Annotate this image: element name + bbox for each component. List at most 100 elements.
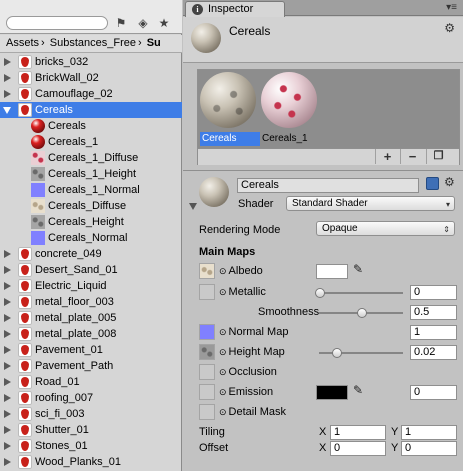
foldout-arrow-icon[interactable] (189, 203, 197, 210)
tree-item-label: Cereals_1_Normal (48, 184, 140, 196)
collapsed-arrow-icon[interactable] (4, 90, 11, 98)
tree-item[interactable]: Cereals (0, 118, 182, 134)
tree-item[interactable]: Cereals (0, 102, 182, 118)
gear-icon[interactable]: ⚙ (444, 21, 455, 35)
detail-mask-texture-slot[interactable] (199, 404, 215, 420)
substance-icon (18, 103, 32, 117)
tree-item[interactable]: Stones_01 (0, 438, 182, 454)
height-map-texture-slot[interactable] (199, 344, 215, 360)
collapsed-arrow-icon[interactable] (4, 426, 11, 434)
tab-inspector[interactable]: i Inspector (185, 1, 285, 17)
collapsed-arrow-icon[interactable] (4, 58, 11, 66)
tree-item[interactable]: sci_fi_003 (0, 406, 182, 422)
tree-item-label: BrickWall_02 (35, 72, 99, 84)
collapsed-arrow-icon[interactable] (4, 442, 11, 450)
eyedropper-icon[interactable]: ✎ (353, 262, 363, 276)
tree-item[interactable]: Cereals_Height (0, 214, 182, 230)
tree-item[interactable]: Cereals_1_Normal (0, 182, 182, 198)
collapsed-arrow-icon[interactable] (4, 74, 11, 82)
shader-dropdown[interactable]: Standard Shader ▾ (286, 196, 455, 211)
tree-item[interactable]: Electric_Liquid (0, 278, 182, 294)
duplicate-icon[interactable]: ❐ (426, 149, 450, 164)
collapsed-arrow-icon[interactable] (4, 330, 11, 338)
panel-menu-icon[interactable]: ▾≡ (446, 2, 457, 13)
tree-item[interactable]: Pavement_01 (0, 342, 182, 358)
emission-value-field[interactable]: 0 (410, 385, 457, 400)
normal-map-value-field[interactable]: 1 (410, 325, 457, 340)
eyedropper-icon[interactable]: ✎ (353, 383, 363, 397)
substance-icon (18, 55, 32, 69)
tree-item[interactable]: Cereals_1 (0, 134, 182, 150)
main-maps-heading: Main Maps (199, 246, 256, 258)
breadcrumb-item[interactable]: Su (147, 37, 161, 49)
tree-item[interactable]: Cereals_1_Diffuse (0, 150, 182, 166)
tree-item[interactable]: Cereals_1_Height (0, 166, 182, 182)
collapsed-arrow-icon[interactable] (4, 394, 11, 402)
collapsed-arrow-icon[interactable] (4, 362, 11, 370)
albedo-texture-slot[interactable] (199, 263, 215, 279)
collapsed-arrow-icon[interactable] (4, 378, 11, 386)
emission-color-swatch[interactable] (316, 385, 348, 400)
search-input[interactable] (6, 16, 108, 30)
tree-item[interactable]: Cereals_Normal (0, 230, 182, 246)
occlusion-texture-slot[interactable] (199, 364, 215, 380)
label-filter-icon[interactable]: ⚑ (112, 14, 130, 32)
smoothness-slider-knob[interactable] (357, 308, 367, 318)
normal-map-texture-slot[interactable] (199, 324, 215, 340)
emission-texture-slot[interactable] (199, 384, 215, 400)
tree-item[interactable]: Wood_Planks_01 (0, 454, 182, 470)
gear-icon[interactable]: ⚙ (444, 175, 455, 189)
tree-item[interactable]: Desert_Sand_01 (0, 262, 182, 278)
metallic-texture-slot[interactable] (199, 284, 215, 300)
favorite-star-icon[interactable]: ★ (155, 14, 173, 32)
add-button[interactable]: + (375, 149, 399, 164)
tree-item[interactable]: metal_plate_005 (0, 310, 182, 326)
tree-item-label: metal_floor_003 (35, 296, 114, 308)
tree-item[interactable]: metal_floor_003 (0, 294, 182, 310)
tree-item[interactable]: Pavement_Path (0, 358, 182, 374)
albedo-label: ⊙ Albedo (219, 265, 263, 277)
metallic-value-field[interactable]: 0 (410, 285, 457, 300)
metallic-slider-track[interactable] (319, 292, 403, 294)
collapsed-arrow-icon[interactable] (4, 250, 11, 258)
tree-item-label: Cereals_1 (48, 136, 99, 148)
offset-x-field[interactable]: 0 (330, 441, 386, 456)
collapsed-arrow-icon[interactable] (4, 298, 11, 306)
height-map-value-field[interactable]: 0.02 (410, 345, 457, 360)
tree-item[interactable]: bricks_032 (0, 54, 182, 70)
tiling-y-field[interactable]: 1 (401, 425, 457, 440)
emission-label: ⊙ Emission (219, 386, 274, 398)
material-name-field[interactable]: Cereals (237, 178, 419, 193)
expanded-arrow-icon[interactable] (3, 107, 11, 114)
tree-item[interactable]: roofing_007 (0, 390, 182, 406)
cereals-preview-sphere[interactable] (200, 72, 256, 128)
tree-item[interactable]: BrickWall_02 (0, 70, 182, 86)
collapsed-arrow-icon[interactable] (4, 346, 11, 354)
tag-filter-icon[interactable]: ◈ (134, 14, 152, 32)
height-map-slider-knob[interactable] (331, 348, 342, 358)
tree-item[interactable]: concrete_049 (0, 246, 182, 262)
rendering-mode-dropdown[interactable]: Opaque ⇕ (316, 221, 455, 236)
smoothness-value-field[interactable]: 0.5 (410, 305, 457, 320)
cereals-1-preview-sphere[interactable] (261, 72, 317, 128)
collapsed-arrow-icon[interactable] (4, 282, 11, 290)
tree-item[interactable]: Cereals_Diffuse (0, 198, 182, 214)
collapsed-arrow-icon[interactable] (4, 314, 11, 322)
preview-label-selected[interactable]: Cereals (200, 132, 260, 146)
tree-item[interactable]: Road_01 (0, 374, 182, 390)
tree-item[interactable]: metal_plate_008 (0, 326, 182, 342)
breadcrumb-item[interactable]: Assets (6, 37, 39, 49)
remove-button[interactable]: − (400, 149, 424, 164)
collapsed-arrow-icon[interactable] (4, 458, 11, 466)
tree-item[interactable]: Shutter_01 (0, 422, 182, 438)
book-icon[interactable] (426, 177, 439, 190)
tree-item[interactable]: Camouflage_02 (0, 86, 182, 102)
albedo-color-swatch[interactable] (316, 264, 348, 279)
metallic-slider-knob[interactable] (315, 288, 325, 298)
preview-label[interactable]: Cereals_1 (260, 132, 308, 146)
offset-y-field[interactable]: 0 (401, 441, 457, 456)
collapsed-arrow-icon[interactable] (4, 410, 11, 418)
collapsed-arrow-icon[interactable] (4, 266, 11, 274)
breadcrumb-item[interactable]: Substances_Free (50, 37, 136, 49)
tiling-x-field[interactable]: 1 (330, 425, 386, 440)
